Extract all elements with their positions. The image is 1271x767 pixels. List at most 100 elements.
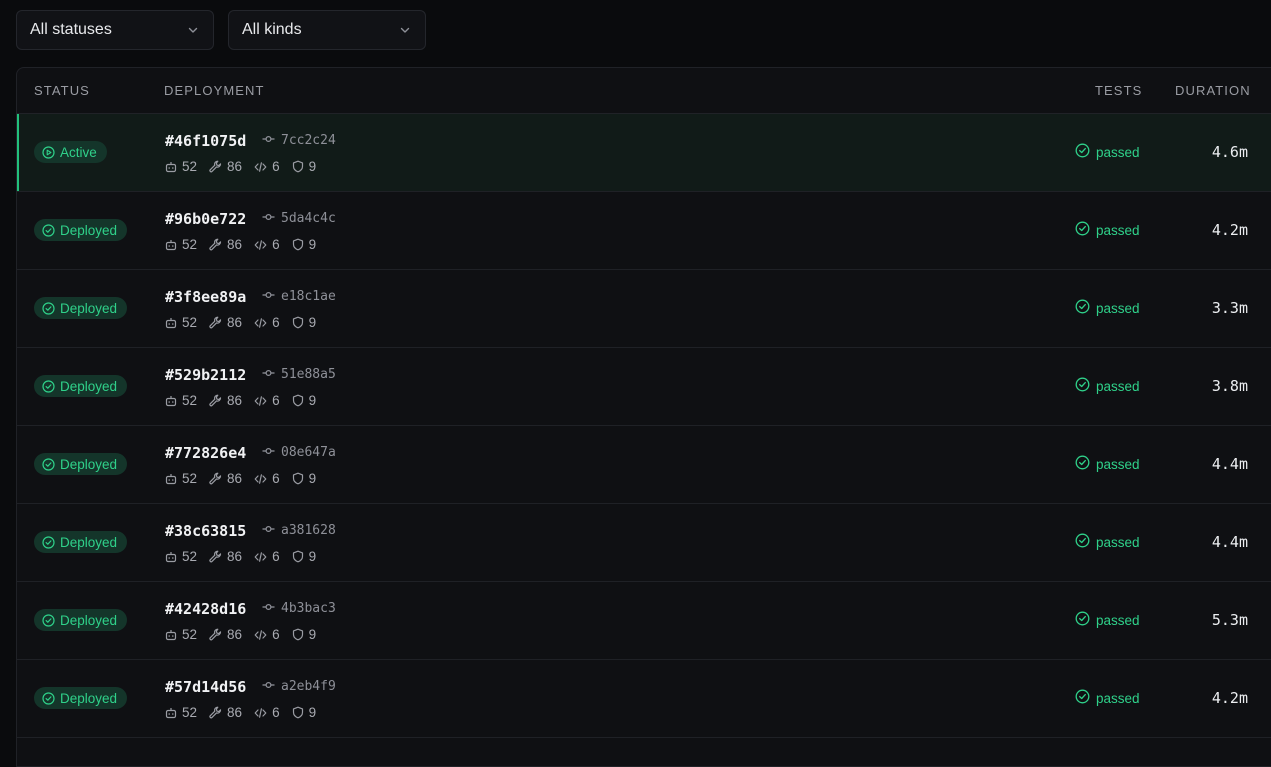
- check-circle-icon: [1075, 533, 1090, 551]
- stat-robots: 52: [165, 315, 197, 330]
- deployment-id[interactable]: #3f8ee89a: [165, 288, 246, 306]
- stat-shield: 9: [292, 705, 317, 720]
- stat-tools: 86: [209, 315, 242, 330]
- status-badge: Deployed: [34, 531, 128, 553]
- column-header-status[interactable]: STATUS: [34, 83, 90, 98]
- status-filter-select[interactable]: All statuses: [16, 10, 214, 50]
- deployment-stats: 52 86 6 9: [165, 393, 328, 408]
- column-header-tests[interactable]: TESTS: [1095, 83, 1142, 98]
- stat-code: 6: [254, 627, 280, 642]
- deployment-id[interactable]: #46f1075d: [165, 132, 246, 150]
- commit-ref[interactable]: 7cc2c24: [262, 133, 336, 148]
- commit-hash: 5da4c4c: [281, 211, 336, 226]
- status-badge-label: Deployed: [60, 222, 118, 238]
- deployment-stats: 52 86 6 9: [165, 315, 328, 330]
- table-row[interactable]: Deployed #42428d16 4b3bac3 52 86 6 9 pas…: [17, 582, 1271, 660]
- tests-status-label: passed: [1096, 378, 1140, 394]
- stat-robots-value: 52: [182, 237, 198, 252]
- deployment-stats: 52 86 6 9: [165, 627, 328, 642]
- wrench-icon: [209, 550, 222, 563]
- check-circle-icon: [1075, 689, 1090, 707]
- git-commit-icon: [262, 211, 275, 226]
- commit-ref[interactable]: a2eb4f9: [262, 679, 336, 694]
- tests-status-label: passed: [1096, 300, 1140, 316]
- stat-code-value: 6: [272, 549, 280, 564]
- code-icon: [254, 707, 267, 719]
- commit-ref[interactable]: 4b3bac3: [262, 601, 336, 616]
- deployment-id[interactable]: #529b2112: [165, 366, 246, 384]
- stat-shield-value: 9: [308, 549, 317, 564]
- status-badge: Deployed: [34, 297, 128, 319]
- robot-icon: [165, 551, 177, 563]
- wrench-icon: [209, 238, 222, 251]
- table-row[interactable]: Deployed #3f8ee89a e18c1ae 52 86 6 9 pas…: [17, 270, 1271, 348]
- table-row[interactable]: Deployed #96b0e722 5da4c4c 52 86 6 9 pas…: [17, 192, 1271, 270]
- deployment-id[interactable]: #772826e4: [165, 444, 246, 462]
- stat-shield-value: 9: [308, 237, 317, 252]
- deployment-stats: 52 86 6 9: [165, 549, 328, 564]
- table-row[interactable]: Active #46f1075d 7cc2c24 52 86 6 9 passe…: [17, 114, 1271, 192]
- deployment-stats: 52 86 6 9: [165, 237, 328, 252]
- stat-tools: 86: [209, 393, 242, 408]
- stat-code: 6: [254, 549, 280, 564]
- git-commit-icon: [262, 601, 275, 616]
- stat-robots: 52: [165, 627, 197, 642]
- status-badge-label: Deployed: [60, 534, 118, 550]
- stat-tools: 86: [209, 237, 242, 252]
- tests-status: passed: [1075, 221, 1140, 239]
- stat-code-value: 6: [272, 471, 280, 486]
- stat-tools-value: 86: [227, 237, 243, 252]
- robot-icon: [165, 473, 177, 485]
- check-circle-icon: [42, 379, 55, 393]
- stat-shield: 9: [292, 159, 316, 174]
- kind-filter-select[interactable]: All kinds: [228, 10, 426, 50]
- chevron-down-icon: [186, 23, 200, 37]
- stat-robots-value: 52: [182, 705, 198, 720]
- stat-code: 6: [254, 159, 280, 174]
- stat-shield: 9: [292, 471, 316, 486]
- commit-ref[interactable]: a381628: [262, 523, 336, 538]
- check-circle-icon: [42, 613, 55, 627]
- table-body: Active #46f1075d 7cc2c24 52 86 6 9 passe…: [17, 114, 1271, 738]
- robot-icon: [165, 707, 177, 719]
- stat-tools-value: 86: [227, 549, 243, 564]
- stat-code-value: 6: [272, 159, 280, 174]
- column-header-duration[interactable]: DURATION: [1175, 83, 1251, 98]
- play-circle-icon: [42, 145, 55, 159]
- kind-filter-label: All kinds: [242, 21, 302, 38]
- robot-icon: [165, 161, 177, 173]
- stat-shield-value: 9: [308, 705, 317, 720]
- stat-robots-value: 52: [182, 159, 198, 174]
- shield-icon: [292, 316, 304, 329]
- stat-shield: 9: [292, 237, 317, 252]
- commit-ref[interactable]: 08e647a: [262, 445, 336, 460]
- deployment-id[interactable]: #42428d16: [165, 600, 246, 618]
- wrench-icon: [209, 628, 222, 641]
- deployment-id[interactable]: #96b0e722: [165, 210, 246, 228]
- status-badge-label: Deployed: [60, 378, 118, 394]
- shield-icon: [292, 238, 304, 251]
- commit-ref[interactable]: 5da4c4c: [262, 211, 336, 226]
- stat-code: 6: [254, 315, 280, 330]
- tests-status: passed: [1075, 377, 1140, 395]
- status-badge: Active: [34, 141, 107, 163]
- deployment-id[interactable]: #38c63815: [165, 522, 246, 540]
- deployment-id[interactable]: #57d14d56: [165, 678, 246, 696]
- tests-status-label: passed: [1096, 612, 1140, 628]
- stat-tools-value: 86: [227, 315, 243, 330]
- status-badge: Deployed: [34, 687, 128, 709]
- stat-code-value: 6: [272, 705, 280, 720]
- column-header-deployment[interactable]: DEPLOYMENT: [164, 83, 265, 98]
- code-icon: [254, 161, 267, 173]
- table-row[interactable]: Deployed #57d14d56 a2eb4f9 52 86 6 9 pas…: [17, 660, 1271, 738]
- table-row[interactable]: Deployed #38c63815 a381628 52 86 6 9 pas…: [17, 504, 1271, 582]
- table-row[interactable]: Deployed #772826e4 08e647a 52 86 6 9 pas…: [17, 426, 1271, 504]
- status-badge-label: Deployed: [60, 612, 118, 628]
- table-row[interactable]: Deployed #529b2112 51e88a5 52 86 6 9 pas…: [17, 348, 1271, 426]
- git-commit-icon: [262, 133, 275, 148]
- stat-robots: 52: [165, 237, 197, 252]
- robot-icon: [165, 629, 177, 641]
- stat-code: 6: [254, 705, 280, 720]
- commit-ref[interactable]: 51e88a5: [262, 367, 336, 382]
- commit-ref[interactable]: e18c1ae: [262, 289, 336, 304]
